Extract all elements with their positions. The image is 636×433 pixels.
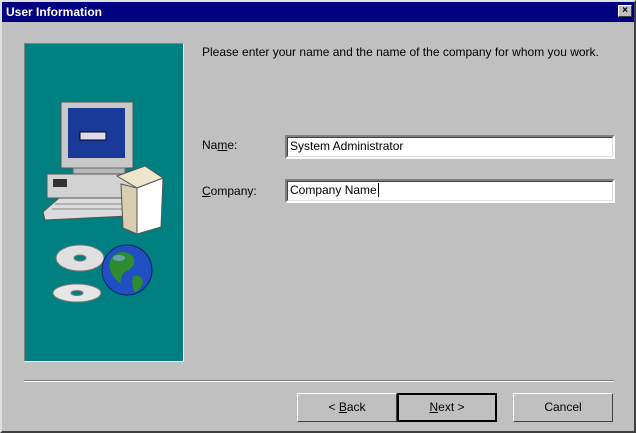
instructions-text: Please enter your name and the name of t… <box>202 45 599 59</box>
name-label: Name: <box>202 138 238 152</box>
close-icon: × <box>622 5 628 16</box>
user-information-dialog: User Information × Please enter your nam… <box>0 0 636 433</box>
cd-disc-icon <box>52 244 105 303</box>
name-field[interactable]: System Administrator <box>285 135 615 159</box>
setup-illustration-panel <box>24 43 184 362</box>
company-field[interactable]: Company Name <box>285 179 615 203</box>
title-bar[interactable]: User Information × <box>2 2 634 22</box>
cancel-button[interactable]: Cancel <box>513 393 613 422</box>
next-button[interactable]: Next > <box>397 393 497 422</box>
name-field-value: System Administrator <box>290 139 404 153</box>
close-button[interactable]: × <box>618 5 632 17</box>
software-box-icon <box>115 165 165 235</box>
company-label: Company: <box>202 184 257 198</box>
setup-illustration <box>42 101 165 303</box>
window-title: User Information <box>6 5 103 19</box>
text-cursor <box>377 183 379 197</box>
button-divider <box>24 380 614 382</box>
company-field-value: Company Name <box>290 183 377 197</box>
globe-icon <box>101 244 153 296</box>
back-button[interactable]: < Back <box>297 393 397 422</box>
